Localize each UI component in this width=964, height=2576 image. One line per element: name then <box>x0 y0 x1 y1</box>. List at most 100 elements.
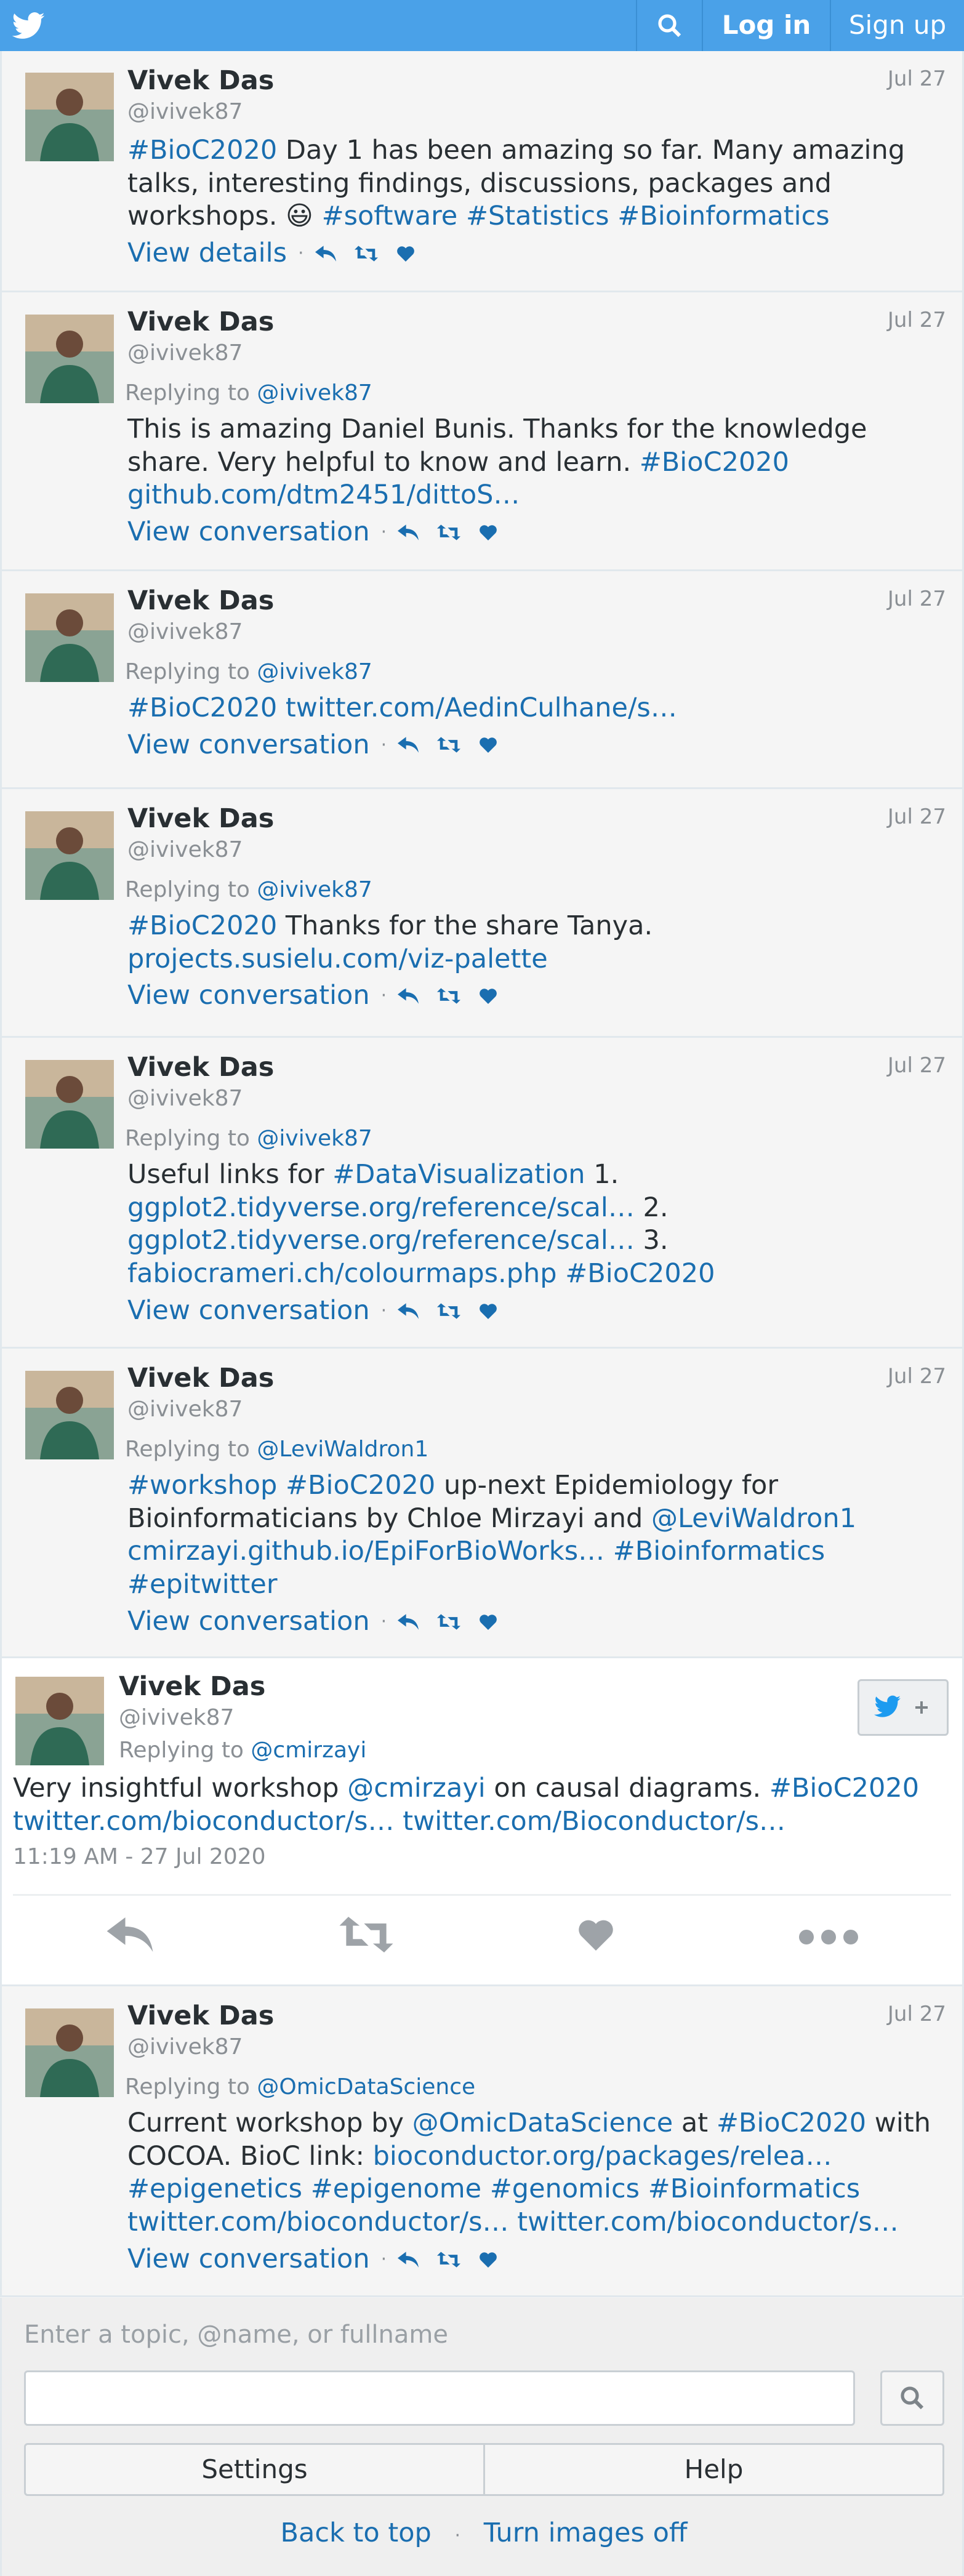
view-conversation-link[interactable]: View conversation <box>127 729 370 762</box>
tweet-item[interactable]: Jul 27 Vivek Das @ivivek87 #BioC2020 Day… <box>0 51 964 292</box>
avatar[interactable] <box>25 811 114 900</box>
avatar[interactable] <box>25 1371 114 1459</box>
avatar[interactable] <box>25 1060 114 1149</box>
footer-links: Back to top · Turn images off <box>2 2517 964 2550</box>
author-handle: @ivivek87 <box>127 1396 243 1422</box>
like-heart-icon[interactable] <box>479 2252 497 2268</box>
search-button[interactable] <box>636 0 702 51</box>
like-heart-icon[interactable] <box>479 1614 497 1630</box>
author-name[interactable]: Vivek Das <box>127 1051 938 1085</box>
back-to-top-link[interactable]: Back to top <box>280 2518 431 2548</box>
reply-icon[interactable] <box>105 1917 155 1959</box>
avatar[interactable] <box>15 1677 104 1765</box>
signup-button[interactable]: Sign up <box>830 0 964 51</box>
login-button[interactable]: Log in <box>702 0 830 51</box>
retweet-icon[interactable] <box>437 524 461 540</box>
tweet-actions: View conversation · <box>127 979 938 1013</box>
tweet-date[interactable]: Jul 27 <box>888 2001 946 2028</box>
retweet-icon[interactable] <box>437 2251 461 2268</box>
reply-to-link[interactable]: @ivivek87 <box>257 659 372 684</box>
author-name[interactable]: Vivek Das <box>127 306 938 339</box>
view-details-link[interactable]: View details <box>127 237 287 270</box>
replying-to: Replying to @cmirzayi <box>119 1736 366 1764</box>
avatar[interactable] <box>25 2008 114 2097</box>
avatar[interactable] <box>25 73 114 161</box>
tweet-actions: View conversation · <box>127 516 938 549</box>
retweet-icon[interactable] <box>339 1916 394 1960</box>
reply-icon[interactable] <box>398 524 419 540</box>
settings-button[interactable]: Settings <box>26 2445 483 2494</box>
tweet-date[interactable]: Jul 27 <box>888 586 946 612</box>
tweet-actions: View conversation · <box>127 729 938 762</box>
like-heart-icon[interactable] <box>479 524 497 540</box>
separator-dot: · <box>380 521 387 544</box>
author-name[interactable]: Vivek Das <box>127 1362 938 1395</box>
search-submit-button[interactable] <box>880 2370 944 2426</box>
turn-images-off-link[interactable]: Turn images off <box>484 2518 688 2548</box>
follow-button[interactable] <box>858 1679 949 1736</box>
search-input[interactable] <box>24 2370 855 2426</box>
reply-to-link[interactable]: @LeviWaldron1 <box>257 1437 428 1462</box>
view-conversation-link[interactable]: View conversation <box>127 979 370 1013</box>
separator-dot: · <box>380 1299 387 1322</box>
author-name[interactable]: Vivek Das <box>127 2000 938 2033</box>
author-name[interactable]: Vivek Das <box>127 65 938 98</box>
search-icon <box>901 2386 924 2410</box>
avatar[interactable] <box>25 593 114 682</box>
more-options-icon[interactable] <box>798 1923 859 1954</box>
tweet-date[interactable]: Jul 27 <box>888 1363 946 1390</box>
tweet-date[interactable]: Jul 27 <box>888 307 946 334</box>
tweet-item[interactable]: Jul 27 Vivek Das @ivivek87 Replying to @… <box>0 1038 964 1349</box>
reply-icon[interactable] <box>398 1613 419 1630</box>
search-icon <box>657 14 681 37</box>
tweet-actions: View conversation · <box>127 2243 938 2276</box>
author-name[interactable]: Vivek Das <box>119 1671 366 1704</box>
reply-icon[interactable] <box>398 737 419 753</box>
follow-bird-plus-icon <box>874 1695 928 1717</box>
like-heart-icon[interactable] <box>396 246 415 262</box>
tweet-date[interactable]: Jul 27 <box>888 1053 946 1079</box>
replying-to: Replying to @ivivek87 <box>125 658 938 686</box>
like-heart-icon[interactable] <box>479 988 497 1005</box>
like-heart-icon[interactable] <box>578 1919 614 1958</box>
view-conversation-link[interactable]: View conversation <box>127 1605 370 1639</box>
retweet-icon[interactable] <box>354 246 378 262</box>
tweet-date[interactable]: Jul 27 <box>888 66 946 92</box>
view-conversation-link[interactable]: View conversation <box>127 516 370 549</box>
replying-to-label: Replying to <box>125 1125 250 1151</box>
reply-to-link[interactable]: @ivivek87 <box>257 877 372 902</box>
replying-to-label: Replying to <box>125 659 250 684</box>
reply-to-link[interactable]: @ivivek87 <box>257 380 372 406</box>
twitter-bird-icon[interactable] <box>0 0 57 51</box>
retweet-icon[interactable] <box>437 737 461 753</box>
retweet-icon[interactable] <box>437 1302 461 1319</box>
tweet-item[interactable]: Jul 27 Vivek Das @ivivek87 Replying to @… <box>0 571 964 789</box>
author-name[interactable]: Vivek Das <box>127 585 938 618</box>
reply-to-link[interactable]: @ivivek87 <box>257 1126 372 1151</box>
tweet-item[interactable]: Jul 27 Vivek Das @ivivek87 Replying to @… <box>0 1349 964 1658</box>
tweet-item[interactable]: Jul 27 Vivek Das @ivivek87 Replying to @… <box>0 1986 964 2297</box>
avatar[interactable] <box>25 315 114 403</box>
tweet-text: Useful links for #DataVisualization 1. g… <box>127 1158 715 1289</box>
reply-icon[interactable] <box>398 988 419 1004</box>
retweet-icon[interactable] <box>437 988 461 1004</box>
reply-icon[interactable] <box>315 246 336 262</box>
reply-icon[interactable] <box>398 2251 419 2268</box>
author-name[interactable]: Vivek Das <box>127 803 938 836</box>
replying-to-label: Replying to <box>119 1737 244 1763</box>
replying-to: Replying to @ivivek87 <box>125 379 938 407</box>
tweet-item[interactable]: Jul 27 Vivek Das @ivivek87 Replying to @… <box>0 789 964 1038</box>
retweet-icon[interactable] <box>437 1613 461 1630</box>
reply-to-link[interactable]: @cmirzayi <box>251 1738 366 1763</box>
expanded-tweet[interactable]: Vivek Das @ivivek87 Replying to @cmirzay… <box>0 1658 964 1986</box>
help-button[interactable]: Help <box>483 2445 942 2494</box>
tweet-item[interactable]: Jul 27 Vivek Das @ivivek87 Replying to @… <box>0 292 964 571</box>
reply-to-link[interactable]: @OmicDataScience <box>257 2074 475 2100</box>
view-conversation-link[interactable]: View conversation <box>127 1294 370 1328</box>
like-heart-icon[interactable] <box>479 737 497 753</box>
replying-to: Replying to @OmicDataScience <box>125 2073 938 2101</box>
tweet-date[interactable]: Jul 27 <box>888 804 946 830</box>
reply-icon[interactable] <box>398 1302 419 1319</box>
like-heart-icon[interactable] <box>479 1303 497 1319</box>
view-conversation-link[interactable]: View conversation <box>127 2243 370 2276</box>
